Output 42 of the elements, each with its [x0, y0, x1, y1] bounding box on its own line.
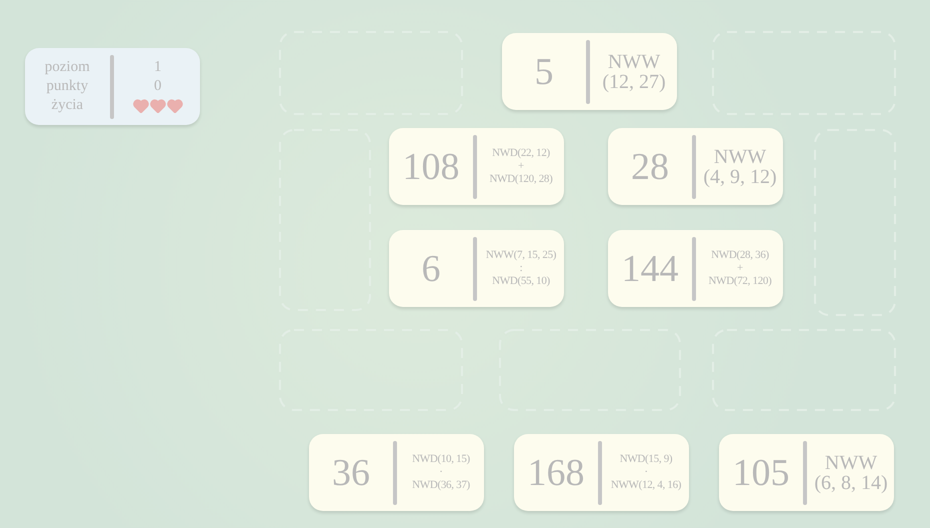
number-tile[interactable]: 144 NWD(28, 36) + NWD(72, 120)	[608, 230, 783, 307]
expression-line: (4, 9, 12)	[703, 166, 777, 186]
number-tile[interactable]: 5 NWW (12, 27)	[502, 33, 677, 110]
number-tile[interactable]: 105 NWW (6, 8, 14)	[719, 434, 894, 511]
expression-line: (6, 8, 14)	[814, 472, 888, 492]
expression-line: NWD(120, 28)	[490, 173, 552, 186]
expression-line: NWD(72, 120)	[708, 275, 772, 288]
tile-number: 168	[528, 450, 584, 494]
tile-number: 5	[534, 50, 554, 94]
status-value: 1	[154, 58, 162, 77]
tile-number: 105	[732, 450, 790, 494]
status-value: 0	[154, 77, 162, 96]
expression-line: NWW	[608, 52, 660, 72]
tile-number: 108	[402, 144, 460, 188]
expression-line: ·	[644, 466, 648, 479]
expression-line: NWD(36, 37)	[412, 479, 470, 492]
expression-line: NWW(7, 15, 25)	[486, 249, 556, 262]
expression-line: NWD(55, 10)	[492, 275, 550, 288]
tile-number: 6	[422, 246, 440, 290]
expression-line: +	[518, 160, 524, 173]
tile-number: 144	[622, 246, 678, 290]
number-tile[interactable]: 28 NWW (4, 9, 12)	[608, 128, 783, 205]
status-label: życia	[51, 96, 84, 115]
number-tile[interactable]: 108 NWD(22, 12) + NWD(120, 28)	[389, 128, 564, 205]
expression-line: NWW	[714, 146, 766, 166]
expression-line: NWD(22, 12)	[492, 147, 550, 160]
number-tile[interactable]: 6 NWW(7, 15, 25) : NWD(55, 10)	[389, 230, 564, 307]
expression-line: NWW(12, 4, 16)	[610, 479, 682, 492]
tile-number: 28	[631, 144, 669, 188]
status-label: punkty	[46, 77, 88, 96]
expression-line: NWW	[824, 452, 878, 472]
expression-line: NWD(10, 15)	[412, 453, 470, 466]
expression-line: ·	[439, 466, 443, 479]
expression-line: +	[737, 262, 743, 275]
status-label: poziom	[44, 58, 90, 77]
expression-line: (12, 27)	[602, 72, 666, 92]
expression-line: NWD(28, 36)	[711, 249, 769, 262]
tile-number: 36	[332, 450, 370, 494]
expression-line: :	[520, 262, 522, 275]
expression-line: NWD(15, 9)	[620, 453, 672, 466]
number-tile[interactable]: 36 NWD(10, 15) · NWD(36, 37)	[309, 434, 484, 511]
number-tile[interactable]: 168 NWD(15, 9) · NWW(12, 4, 16)	[514, 434, 689, 511]
